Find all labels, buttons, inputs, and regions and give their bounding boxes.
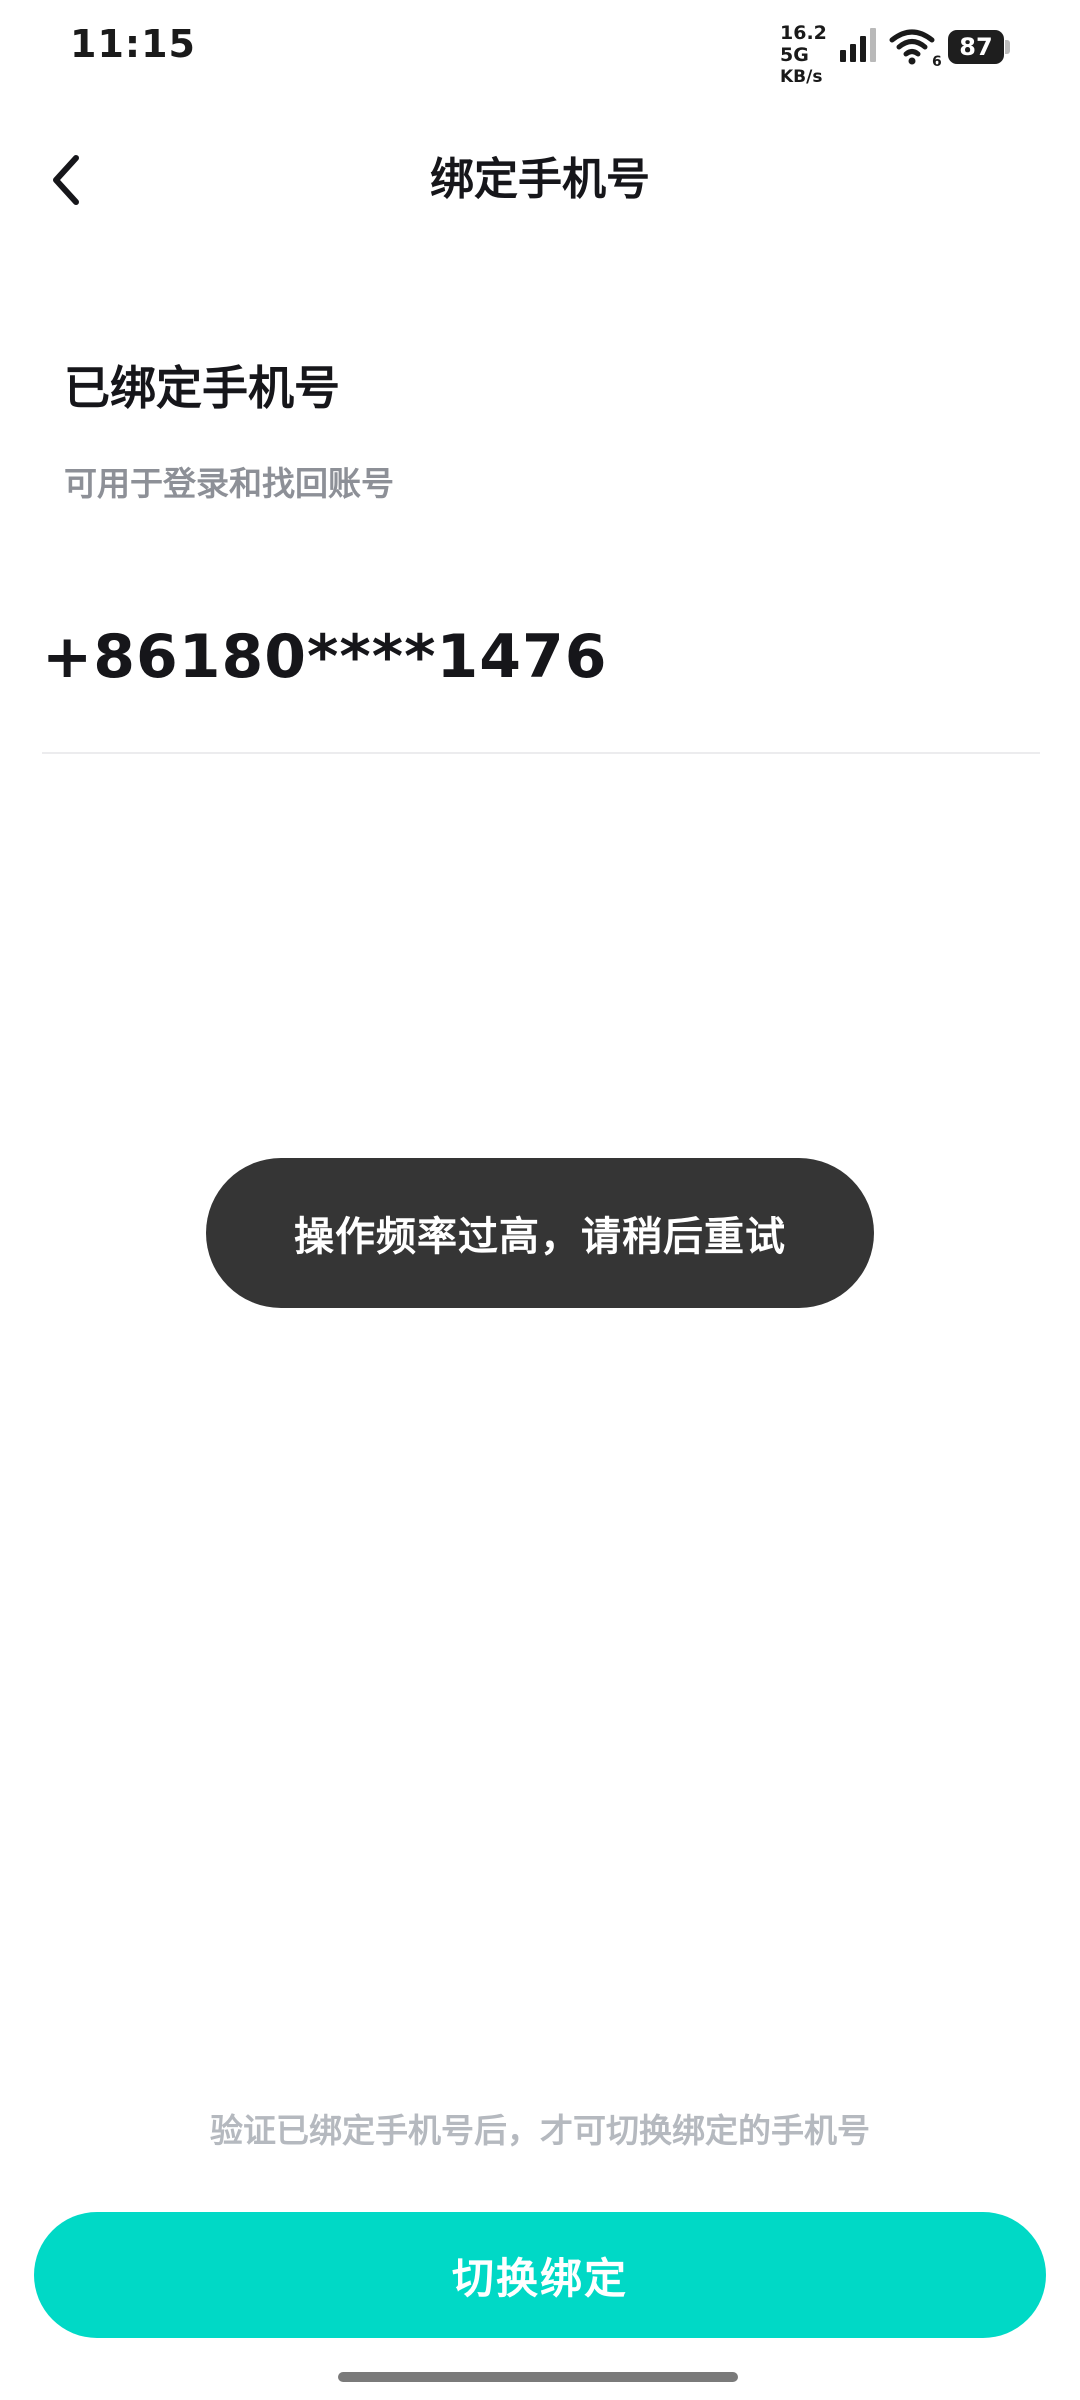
bound-phone-number: +86180****1476	[42, 622, 608, 692]
switch-binding-label: 切换绑定	[451, 2253, 628, 2303]
chevron-left-icon	[53, 155, 79, 205]
nav-bar: 绑定手机号	[0, 120, 1080, 240]
page-title: 绑定手机号	[430, 154, 650, 205]
signal-icon	[840, 28, 876, 62]
status-bar: 11:15 16.2 5G KB/s 6 87	[0, 0, 1080, 96]
back-button[interactable]	[30, 144, 102, 216]
status-time: 11:15	[70, 22, 196, 66]
divider	[42, 752, 1040, 754]
battery-level: 87	[948, 30, 1004, 64]
network-speed-unit: KB/s	[780, 67, 823, 87]
wifi-icon: 6	[889, 29, 942, 68]
page-title-container: 绑定手机号	[0, 120, 1080, 240]
toast: 操作频率过高，请稍后重试	[206, 1158, 874, 1308]
battery-icon: 87	[948, 30, 1010, 64]
switch-hint: 验证已绑定手机号后，才可切换绑定的手机号	[210, 2111, 870, 2150]
wifi-badge: 6	[932, 54, 942, 68]
switch-binding-button[interactable]: 切换绑定	[34, 2212, 1046, 2338]
battery-cap	[1005, 40, 1010, 54]
section-subtext: 可用于登录和找回账号	[64, 464, 394, 503]
section-heading: 已绑定手机号	[64, 361, 340, 415]
toast-message: 操作频率过高，请稍后重试	[294, 1214, 786, 1260]
home-indicator[interactable]	[338, 2372, 738, 2382]
